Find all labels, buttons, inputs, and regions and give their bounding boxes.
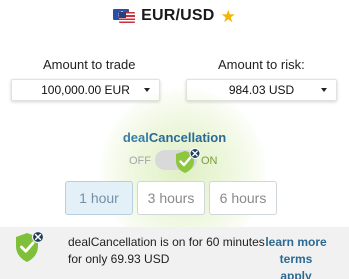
- eur-usd-flags-icon: [113, 9, 136, 23]
- duration-6-hours-button[interactable]: 6 hours: [209, 181, 277, 215]
- instrument-header: EUR/USD ★: [0, 5, 349, 27]
- caret-down-icon: [321, 88, 327, 92]
- deal-cancellation-title-prefix: deal: [122, 130, 149, 145]
- amount-to-trade-value: 100,000.00 EUR: [41, 83, 130, 97]
- deal-cancellation-title: dealCancellation: [0, 130, 349, 145]
- us-flag-icon: [119, 12, 136, 23]
- terms-apply-text[interactable]: terms apply: [263, 251, 329, 279]
- banner-line-2: for only 69.93 USD: [68, 252, 170, 266]
- toggle-knob-check-shield-icon[interactable]: [173, 148, 201, 176]
- duration-1-hour-button[interactable]: 1 hour: [65, 181, 133, 215]
- favorite-star-icon[interactable]: ★: [221, 8, 236, 25]
- deal-cancellation-title-main: Cancellation: [148, 130, 227, 145]
- learn-more-text[interactable]: learn more: [263, 234, 329, 251]
- amount-to-risk-label: Amount to risk:: [218, 57, 305, 72]
- toggle-on-label: ON: [201, 155, 218, 167]
- amount-to-trade-label: Amount to trade: [43, 57, 136, 72]
- instrument-title: EUR/USD: [141, 7, 215, 24]
- amount-to-risk-value: 984.03 USD: [228, 83, 295, 97]
- learn-more-link[interactable]: learn more terms apply: [263, 234, 329, 279]
- toggle-off-label: OFF: [129, 155, 151, 167]
- banner-line-1: dealCancellation is on for 60 minutes: [68, 235, 265, 249]
- duration-3-hours-button[interactable]: 3 hours: [137, 181, 205, 215]
- check-shield-icon: [13, 229, 45, 265]
- amount-to-trade-select[interactable]: 100,000.00 EUR: [11, 79, 160, 101]
- caret-down-icon: [144, 88, 150, 92]
- deal-ticket: EUR/USD ★ Amount to trade Amount to risk…: [0, 0, 349, 279]
- deal-cancellation-info: dealCancellation is on for 60 minutes fo…: [68, 234, 265, 268]
